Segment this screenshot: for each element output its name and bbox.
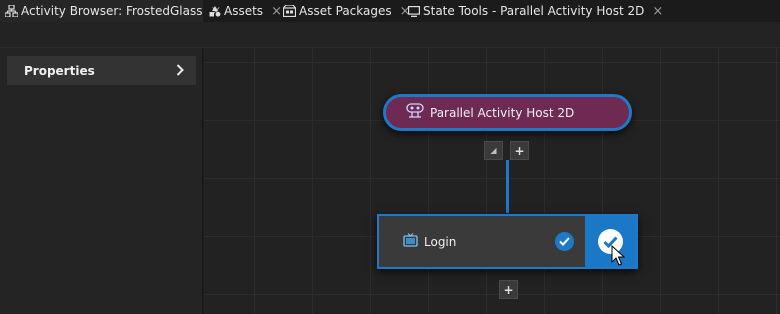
tab-label: Asset Packages: [299, 4, 392, 18]
collapse-button[interactable]: ◢: [484, 141, 503, 160]
mouse-cursor-icon: [611, 244, 626, 267]
login-node[interactable]: Login: [377, 214, 638, 269]
login-node-label: Login: [424, 234, 457, 249]
login-node-body[interactable]: Login: [379, 216, 584, 267]
add-sibling-button[interactable]: +: [499, 280, 518, 299]
parallel-host-icon: [406, 102, 424, 123]
left-panel: Properties: [0, 48, 203, 314]
tab-state-tools[interactable]: State Tools - Parallel Activity Host 2D …: [407, 0, 663, 22]
tab-activity-browser[interactable]: Activity Browser: FrostedGlass ×: [0, 0, 221, 22]
close-icon[interactable]: ×: [652, 5, 663, 18]
parallel-activity-host-node[interactable]: Parallel Activity Host 2D: [383, 94, 632, 131]
asset-packages-icon: [283, 5, 296, 18]
parallel-node-label: Parallel Activity Host 2D: [430, 105, 575, 120]
check-circle-icon[interactable]: [555, 232, 574, 251]
tab-label: Activity Browser: FrostedGlass: [21, 4, 203, 18]
tab-label: State Tools - Parallel Activity Host 2D: [423, 4, 645, 18]
tab-asset-packages[interactable]: Asset Packages ×: [283, 0, 411, 22]
toolbar: [0, 22, 780, 48]
close-icon[interactable]: ×: [271, 5, 282, 18]
tab-label: Assets: [224, 4, 264, 18]
add-child-button[interactable]: +: [510, 141, 529, 160]
tab-bar: Activity Browser: FrostedGlass × Assets …: [0, 0, 780, 22]
properties-label: Properties: [24, 63, 95, 78]
tab-assets[interactable]: Assets ×: [208, 0, 282, 22]
connector-line: [506, 160, 509, 213]
activity-tree-icon: [5, 5, 18, 18]
chevron-right-icon[interactable]: [176, 61, 184, 80]
monitor-icon: [407, 5, 420, 18]
properties-header[interactable]: Properties: [7, 56, 196, 85]
graph-canvas[interactable]: [204, 48, 780, 314]
assets-icon: [208, 5, 221, 18]
tv-icon: [403, 232, 418, 251]
